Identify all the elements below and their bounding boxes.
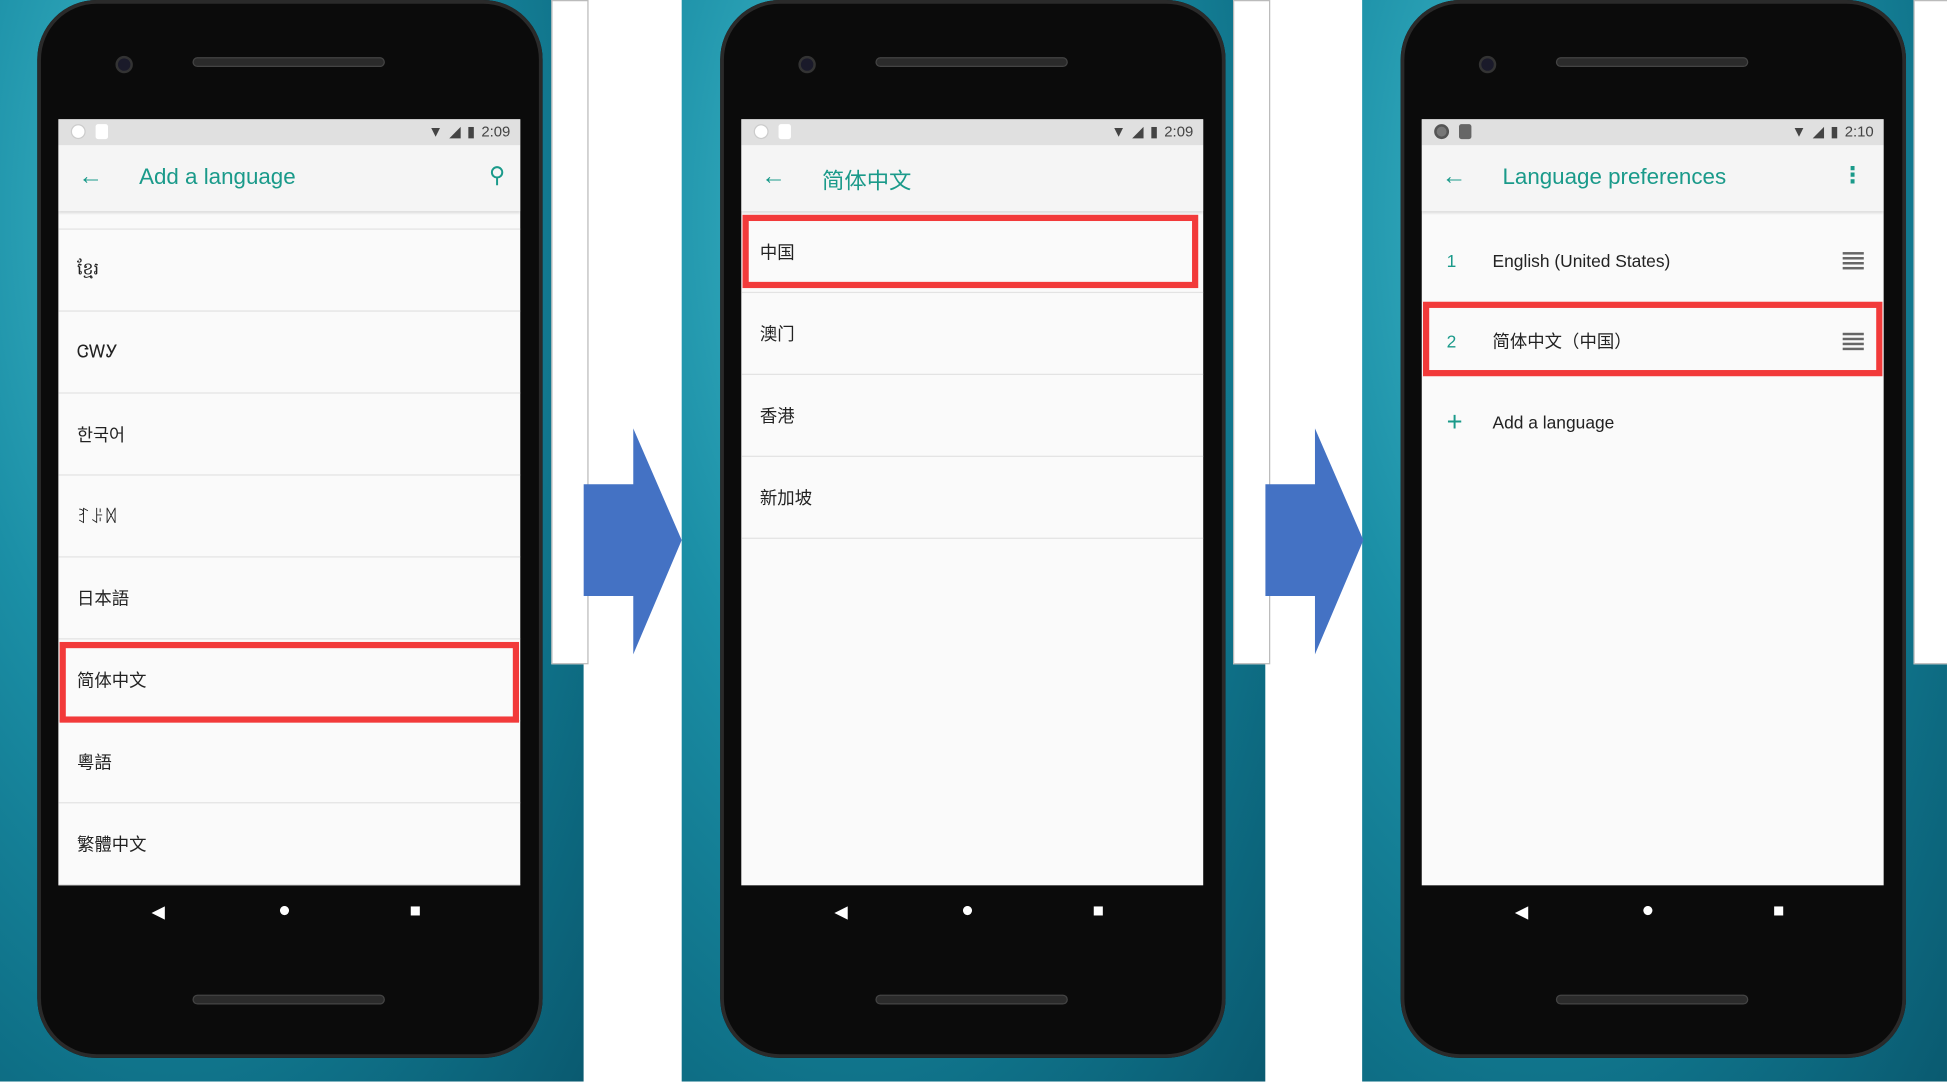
nav-back-icon[interactable]: ◀ bbox=[834, 901, 847, 922]
camera bbox=[115, 55, 133, 74]
phone-add-language: ▼ ◢ ▮ 2:09 ← Add a language ⚲ ខ្មែរ ᏣᎳᎩ 한국어… bbox=[37, 0, 543, 1058]
speaker bbox=[1555, 57, 1749, 68]
battery-icon: ▮ bbox=[1149, 122, 1159, 141]
phone-language-preferences: ▼ ◢ ▮ 2:10 ← Language preferences ⋮ 1 Engli… bbox=[1400, 0, 1907, 1058]
wifi-icon: ▼ bbox=[1111, 122, 1126, 141]
signal-icon: ◢ bbox=[1812, 122, 1825, 141]
list-item[interactable]: 日本語 bbox=[58, 558, 521, 640]
language-rank: 1 bbox=[1446, 250, 1457, 271]
language-item[interactable]: 1 English (United States) bbox=[1422, 220, 1884, 301]
signal-icon: ◢ bbox=[449, 122, 461, 141]
list-item[interactable]: ꆈꌠꉙ bbox=[58, 476, 521, 558]
side-panel bbox=[1913, 0, 1947, 665]
list-item[interactable]: 香港 bbox=[741, 375, 1204, 457]
app-bar: ← Add a language ⚲ bbox=[58, 145, 521, 212]
speaker bbox=[875, 994, 1068, 1005]
wifi-icon: ▼ bbox=[1791, 122, 1807, 141]
battery-icon: ▮ bbox=[466, 122, 476, 141]
status-bar: ▼ ◢ ▮ 2:09 bbox=[741, 119, 1204, 146]
app-bar: ← 简体中文 bbox=[741, 145, 1204, 212]
add-language-button[interactable]: + Add a language bbox=[1422, 381, 1884, 462]
page-title: 简体中文 bbox=[822, 168, 912, 194]
nav-home-icon[interactable]: ● bbox=[278, 898, 291, 923]
more-vert-icon[interactable]: ⋮ bbox=[1841, 163, 1863, 189]
nav-recents-icon[interactable]: ■ bbox=[1773, 900, 1784, 921]
notification-icon bbox=[1434, 124, 1450, 140]
right-arrow-icon bbox=[583, 428, 682, 655]
sd-card-icon bbox=[95, 124, 109, 140]
screen: ▼ ◢ ▮ 2:10 ← Language preferences ⋮ 1 Engli… bbox=[1421, 119, 1884, 886]
list-item[interactable]: 新加坡 bbox=[741, 457, 1204, 539]
speaker bbox=[875, 57, 1068, 68]
list-item[interactable]: 澳门 bbox=[741, 293, 1204, 375]
list-item[interactable]: 한국어 bbox=[58, 394, 521, 476]
sd-card-icon bbox=[1458, 124, 1472, 140]
list-item[interactable]: 粵語 bbox=[58, 721, 521, 804]
camera bbox=[798, 55, 816, 74]
add-language-label: Add a language bbox=[1492, 411, 1615, 432]
nav-bar: ◀ ● ■ bbox=[37, 898, 542, 926]
back-arrow-icon[interactable]: ← bbox=[1442, 163, 1467, 192]
page-title: Language preferences bbox=[1502, 163, 1727, 189]
speaker bbox=[192, 57, 385, 68]
status-bar: ▼ ◢ ▮ 2:09 bbox=[58, 119, 521, 146]
sd-card-icon bbox=[778, 124, 791, 140]
highlight-box bbox=[742, 214, 1199, 289]
speaker bbox=[1555, 994, 1749, 1005]
nav-back-icon[interactable]: ◀ bbox=[151, 901, 164, 922]
nav-home-icon[interactable]: ● bbox=[961, 898, 974, 923]
back-arrow-icon[interactable]: ← bbox=[761, 163, 786, 192]
speaker bbox=[192, 994, 385, 1005]
language-label: English (United States) bbox=[1492, 250, 1671, 271]
nav-recents-icon[interactable]: ■ bbox=[410, 900, 421, 921]
screen: ▼ ◢ ▮ 2:09 ← Add a language ⚲ ខ្មែរ ᏣᎳᎩ 한국어… bbox=[58, 119, 521, 886]
camera bbox=[1478, 55, 1497, 74]
tutorial-sequence: ▼ ◢ ▮ 2:09 ← Add a language ⚲ ខ្មែរ ᏣᎳᎩ 한국어… bbox=[0, 0, 1947, 1082]
clock: 2:09 bbox=[1164, 122, 1194, 141]
nav-bar: ◀ ● ■ bbox=[1401, 898, 1906, 926]
nav-bar: ◀ ● ■ bbox=[720, 898, 1225, 926]
list-item[interactable]: 繁體中文 bbox=[58, 803, 521, 886]
status-bar: ▼ ◢ ▮ 2:10 bbox=[1421, 119, 1884, 146]
notification-icon bbox=[753, 124, 769, 140]
signal-icon: ◢ bbox=[1132, 122, 1144, 141]
wifi-icon: ▼ bbox=[428, 122, 444, 141]
nav-back-icon[interactable]: ◀ bbox=[1515, 901, 1528, 922]
nav-recents-icon[interactable]: ■ bbox=[1093, 900, 1104, 921]
clock: 2:10 bbox=[1844, 122, 1874, 141]
search-icon[interactable]: ⚲ bbox=[489, 163, 505, 189]
back-arrow-icon[interactable]: ← bbox=[78, 163, 103, 192]
drag-handle-icon[interactable] bbox=[1842, 252, 1864, 272]
battery-icon: ▮ bbox=[1830, 122, 1839, 141]
highlight-box bbox=[59, 641, 520, 723]
clock: 2:09 bbox=[481, 122, 511, 141]
highlight-box bbox=[1422, 301, 1883, 377]
notification-icon bbox=[70, 124, 86, 140]
phone-region-select: ▼ ◢ ▮ 2:09 ← 简体中文 中国 澳门 香港 新加坡 ◀ ● ■ bbox=[720, 0, 1226, 1058]
nav-home-icon[interactable]: ● bbox=[1642, 898, 1655, 923]
page-title: Add a language bbox=[139, 163, 296, 189]
list-item[interactable]: ᏣᎳᎩ bbox=[58, 312, 521, 394]
plus-icon: + bbox=[1446, 405, 1463, 437]
list-item[interactable]: ខ្មែរ bbox=[58, 230, 521, 312]
right-arrow-icon bbox=[1265, 428, 1364, 655]
app-bar: ← Language preferences ⋮ bbox=[1421, 145, 1884, 212]
